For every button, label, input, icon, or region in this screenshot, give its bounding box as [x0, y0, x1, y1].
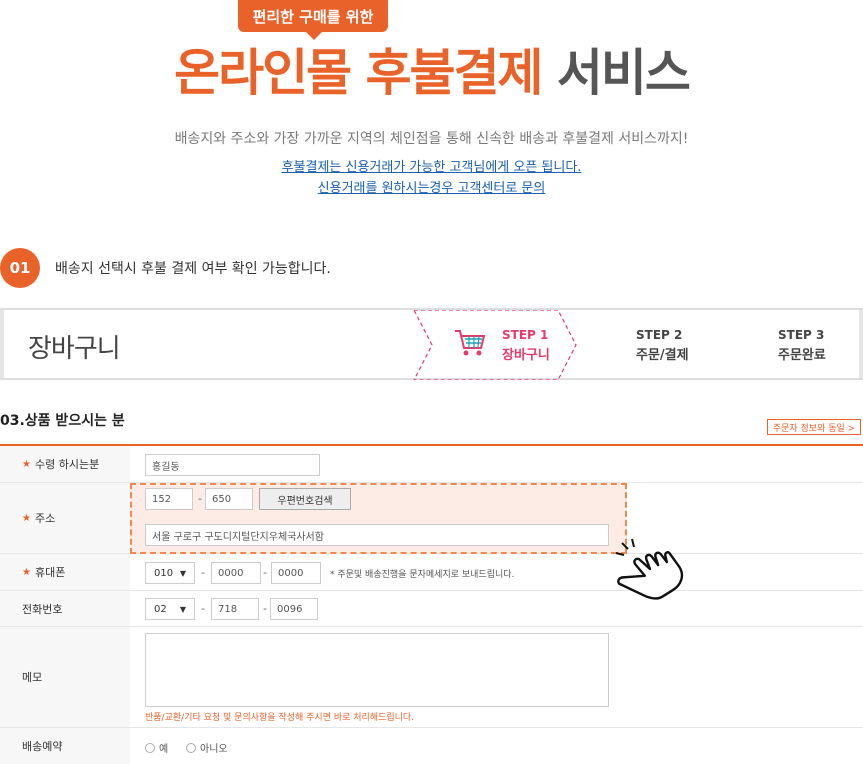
chevron-down-icon: ▼	[179, 568, 186, 578]
mobile-label: ★ 휴대폰	[0, 554, 130, 590]
bar-edge-right	[859, 310, 863, 378]
memo-textarea[interactable]	[145, 633, 609, 707]
step-intro-text: 배송지 선택시 후불 결제 여부 확인 가능합니다.	[55, 261, 331, 277]
cart-title: 장바구니	[28, 334, 121, 364]
required-star-icon: ★	[22, 566, 31, 578]
phone-dash-1: -	[201, 602, 205, 615]
delivery-row: 배송예약	[0, 728, 863, 764]
recipient-input[interactable]: 홍길동	[145, 454, 320, 476]
memo-label: 메모	[0, 627, 130, 727]
active-step-outline	[413, 310, 577, 380]
delivery-label: 배송예약	[0, 728, 130, 764]
radio-icon	[186, 742, 196, 753]
phone-dash-2: -	[263, 602, 267, 615]
title-gray: 서비스	[556, 44, 691, 102]
cart-step-bar: 장바구니	[0, 308, 863, 380]
delivery-yes-radio[interactable]: 예	[145, 740, 168, 755]
step2-number: STEP 2	[636, 328, 683, 342]
zip-dash: -	[198, 492, 202, 505]
step3-number: STEP 3	[778, 328, 825, 342]
zip-search-button[interactable]: 우편번호검색	[259, 488, 351, 510]
phone-row: 전화번호	[0, 591, 863, 627]
recipient-label: ★ 수령 하시는분	[0, 446, 130, 482]
required-star-icon: ★	[22, 458, 31, 470]
chevron-down-icon: ▼	[179, 604, 186, 614]
step1-label: 장바구니	[502, 348, 550, 363]
pointing-hand-icon	[615, 538, 684, 600]
hero-description: 배송지와 주소와 가장 가까운 지역의 체인점을 통해 신속한 배송과 후불결제…	[174, 131, 689, 147]
customer-center-link[interactable]: 신용거래를 원하시는경우 고객센터로 문의	[0, 177, 863, 196]
step2-label: 주문/결제	[636, 348, 689, 363]
badge-tail	[306, 32, 322, 40]
step-number-badge: 01	[0, 248, 40, 288]
zip2-input[interactable]: 650	[205, 488, 253, 510]
credit-info-link[interactable]: 후불결제는 신용거래가 가능한 고객님에게 오픈 됩니다.	[0, 156, 863, 175]
step3-label: 주문완료	[778, 348, 826, 363]
mobile-dash-2: -	[263, 566, 267, 579]
title-orange: 온라인몰 후불결제	[174, 44, 543, 102]
section-title: 03.상품 받으시는 분	[0, 413, 125, 429]
bar-edge-left	[0, 310, 4, 378]
address-input[interactable]: 서울 구로구 구도디지털단지우체국사서함	[145, 524, 609, 546]
recipient-row: ★ 수령 하시는분	[0, 446, 863, 483]
mobile-prefix-select[interactable]: 010 ▼	[145, 562, 195, 584]
zip1-input[interactable]: 152	[145, 488, 193, 510]
phone-mid-input[interactable]: 718	[211, 598, 259, 620]
phone-prefix-select[interactable]: 02 ▼	[145, 598, 195, 620]
header-badge: 편리한 구매를 위한	[238, 0, 388, 32]
radio-icon	[145, 742, 155, 753]
phone-last-input[interactable]: 0096	[270, 598, 318, 620]
delivery-no-radio[interactable]: 아니오	[186, 740, 228, 755]
mobile-mid-input[interactable]: 0000	[211, 562, 261, 584]
shopping-cart-icon	[455, 330, 486, 356]
step1-number: STEP 1	[502, 328, 549, 342]
memo-note: 반품/교환/기타 요청 및 문의사항을 작성해 주시면 바로 처리해드립니다.	[145, 713, 415, 723]
mobile-dash-1: -	[201, 566, 205, 579]
mobile-note: * 주문및 배송진행을 문자메세지로 보내드립니다.	[330, 570, 515, 580]
address-label: ★ 주소	[0, 483, 130, 553]
mobile-last-input[interactable]: 0000	[271, 562, 321, 584]
page-title: 온라인몰 후불결제 서비스	[0, 42, 863, 104]
phone-label: 전화번호	[0, 591, 130, 626]
required-star-icon: ★	[22, 512, 31, 524]
same-as-orderer-button[interactable]: 주문자 정보와 동일 >	[767, 419, 861, 435]
